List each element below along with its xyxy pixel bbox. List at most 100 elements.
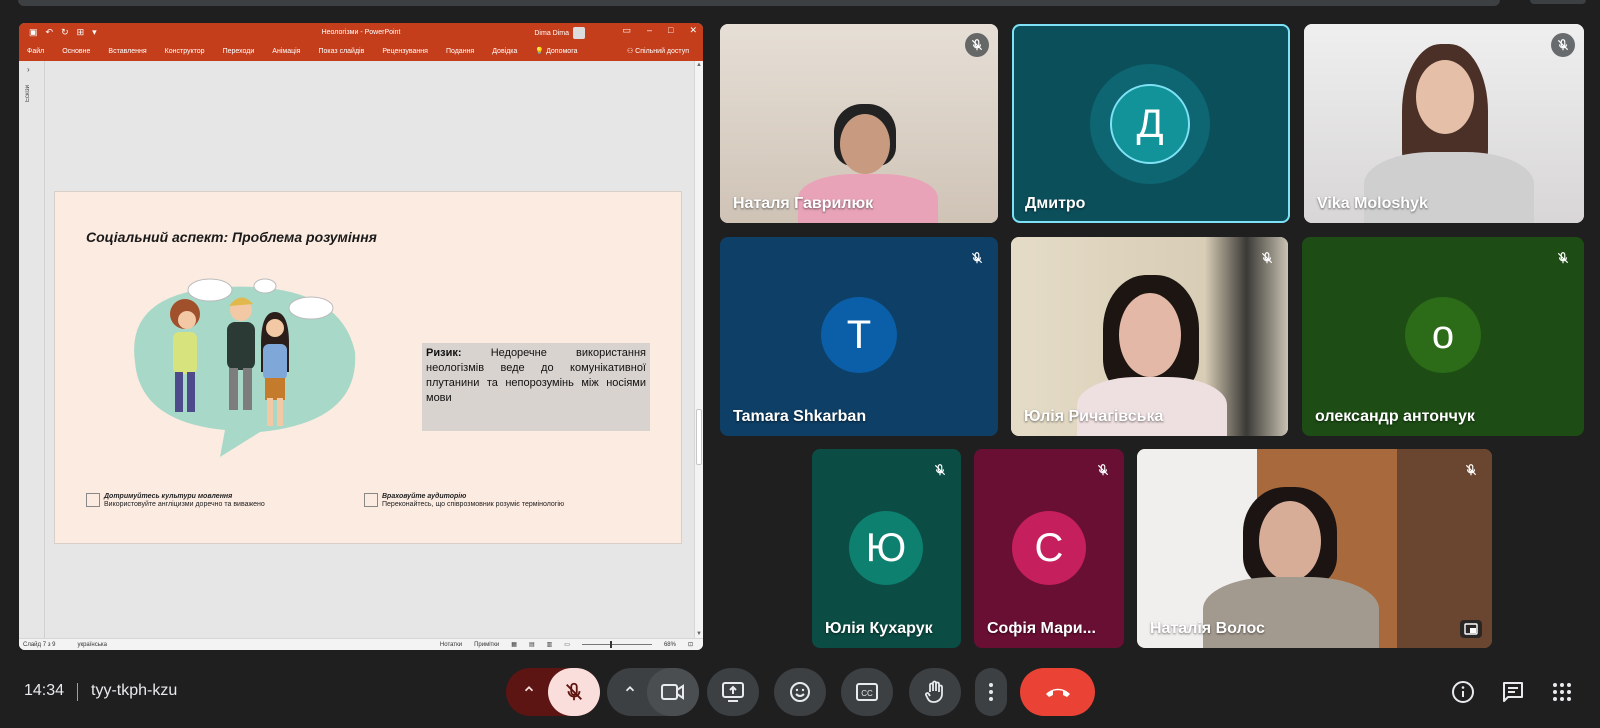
participant-tile[interactable]: T Tamara Shkarban: [720, 237, 998, 436]
muted-mic-icon: [1551, 33, 1575, 57]
muted-mic-icon: [965, 33, 989, 57]
tab-review[interactable]: Рецензування: [382, 48, 428, 55]
status-controls: Нотатки Примітки ▦ ▤ ▥ ▭ 68% ⊡: [440, 641, 693, 648]
minimize-icon[interactable]: –: [647, 25, 652, 36]
tip-checkbox-icon: [86, 493, 100, 507]
participant-name: Tamara Shkarban: [733, 408, 867, 425]
mic-options-chevron-icon[interactable]: [522, 682, 536, 701]
comments-button[interactable]: Примітки: [474, 642, 499, 648]
ribbon-display-icon[interactable]: ▭: [622, 25, 631, 36]
present-icon[interactable]: ⊞: [77, 27, 85, 38]
zoom-slider[interactable]: [581, 641, 652, 648]
participant-name: Дмитро: [1025, 195, 1086, 212]
tab-design[interactable]: Конструктор: [165, 48, 205, 55]
user-name: Dima Dima: [534, 29, 569, 37]
tab-view[interactable]: Подання: [446, 48, 474, 55]
camera-control-group: [607, 668, 699, 716]
camera-options-chevron-icon[interactable]: [623, 682, 637, 701]
participant-name: олександр антончук: [1315, 408, 1475, 425]
chat-button[interactable]: [1500, 679, 1526, 705]
tab-home[interactable]: Основне: [62, 48, 90, 55]
scroll-down-icon[interactable]: ▼: [696, 631, 702, 637]
participant-tile[interactable]: Юлія Ричагівська: [1011, 237, 1288, 436]
user-avatar-icon: [573, 27, 585, 39]
tab-insert[interactable]: Вставлення: [108, 48, 146, 55]
risk-label: Ризик:: [426, 347, 462, 359]
language[interactable]: українська: [77, 642, 107, 648]
tab-animations[interactable]: Анімація: [272, 48, 300, 55]
participant-tile-active-speaker[interactable]: Д Дмитро: [1012, 24, 1290, 223]
tip-2-title: Враховуйте аудиторію: [382, 493, 467, 500]
shared-screen-powerpoint: ▣ ↶ ↻ ⊞ ▾ Неологізми - PowerPoint Dima D…: [19, 23, 703, 650]
close-icon[interactable]: ✕: [689, 25, 697, 36]
scroll-thumb[interactable]: [696, 409, 702, 465]
ribbon-tabs: Файл Основне Вставлення Конструктор Пере…: [19, 41, 703, 61]
participant-name: Наталія Волос: [1150, 620, 1265, 637]
save-icon[interactable]: ▣: [29, 27, 38, 38]
tip-2-text: Переконайтесь, що співрозмовник розуміє …: [382, 501, 565, 508]
tip-1: Дотримуйтесь культури мовлення Використо…: [86, 493, 265, 508]
tip-2: Враховуйте аудиторію Переконайтесь, що с…: [364, 493, 564, 508]
meeting-code[interactable]: tyy-tkph-kzu: [91, 682, 177, 700]
participant-avatar: о: [1405, 297, 1481, 373]
user-account[interactable]: Dima Dima: [534, 27, 585, 39]
redo-icon[interactable]: ↻: [61, 27, 69, 38]
mic-toggle-button[interactable]: [548, 668, 600, 716]
fit-slide-icon[interactable]: ⊡: [688, 641, 693, 648]
participant-tile[interactable]: Наталя Гаврилюк: [720, 24, 998, 223]
camera-toggle-button[interactable]: [647, 668, 699, 716]
maximize-icon[interactable]: □: [668, 25, 673, 36]
participant-tile[interactable]: о олександр антончук: [1302, 237, 1584, 436]
notes-button[interactable]: Нотатки: [440, 642, 462, 648]
tip-1-text: Використовуйте англіцизми доречно та вив…: [104, 501, 265, 508]
pip-icon[interactable]: [1460, 620, 1482, 638]
mic-off-icon: [566, 682, 582, 701]
tab-slideshow[interactable]: Показ слайдів: [318, 48, 364, 55]
meeting-details-button[interactable]: [1450, 679, 1476, 705]
slideshow-view-icon[interactable]: ▭: [564, 641, 570, 648]
reading-view-icon[interactable]: ▥: [547, 641, 553, 648]
thumbnails-pane[interactable]: › Ескізи: [19, 61, 45, 638]
participant-avatar: Д: [1110, 84, 1190, 164]
tab-tell-me[interactable]: 💡 Допомога: [535, 47, 577, 55]
quick-access-toolbar: ▣ ↶ ↻ ⊞ ▾: [19, 27, 97, 38]
chevron-right-icon[interactable]: ›: [27, 65, 30, 74]
slide-canvas[interactable]: Соціальний аспект: Проблема розуміння Ри…: [54, 191, 682, 544]
info-icon: [1452, 681, 1474, 703]
participant-tile[interactable]: С Софія Мари...: [974, 449, 1124, 648]
sorter-view-icon[interactable]: ▤: [529, 641, 535, 648]
risk-textbox[interactable]: Ризик: Недоречне використання неологізмі…: [422, 343, 650, 431]
share-button[interactable]: ⚇ Спільний доступ: [627, 47, 689, 55]
captions-button[interactable]: CC: [841, 668, 893, 716]
leave-call-button[interactable]: [1020, 668, 1095, 716]
reactions-button[interactable]: [774, 668, 826, 716]
participant-name: Наталя Гаврилюк: [733, 195, 874, 212]
participant-name: Юлія Кухарук: [825, 620, 933, 637]
vertical-scrollbar[interactable]: ▲ ▼: [694, 61, 703, 638]
tab-transitions[interactable]: Переходи: [223, 48, 255, 55]
apps-grid-icon: [1553, 683, 1571, 701]
more-options-button[interactable]: [975, 668, 1007, 716]
chat-icon: [1503, 682, 1523, 702]
top-hint-bar: [18, 0, 1500, 6]
scroll-up-icon[interactable]: ▲: [696, 62, 702, 68]
video-camera-icon: [661, 684, 684, 700]
meeting-time: 14:34: [24, 682, 65, 699]
raise-hand-button[interactable]: [909, 668, 961, 716]
participant-tile[interactable]: Наталія Волос: [1137, 449, 1492, 648]
customize-icon[interactable]: ▾: [92, 27, 97, 38]
ppt-title-bar: ▣ ↶ ↻ ⊞ ▾ Неологізми - PowerPoint Dima D…: [19, 23, 703, 41]
activities-button[interactable]: [1549, 679, 1575, 705]
tab-file[interactable]: Файл: [27, 48, 44, 55]
thumbnails-label: Ескізи: [25, 85, 31, 102]
tab-help[interactable]: Довідка: [492, 48, 517, 55]
normal-view-icon[interactable]: ▦: [511, 641, 517, 648]
participant-tile[interactable]: Ю Юлія Кухарук: [812, 449, 961, 648]
participant-name: Софія Мари...: [987, 620, 1096, 637]
muted-mic-icon: [1255, 246, 1279, 270]
undo-icon[interactable]: ↶: [46, 27, 54, 38]
participant-tile[interactable]: Vika Moloshyk: [1304, 24, 1584, 223]
closed-captions-icon: CC: [856, 683, 878, 701]
zoom-level[interactable]: 68%: [664, 642, 676, 648]
present-screen-button[interactable]: [707, 668, 759, 716]
